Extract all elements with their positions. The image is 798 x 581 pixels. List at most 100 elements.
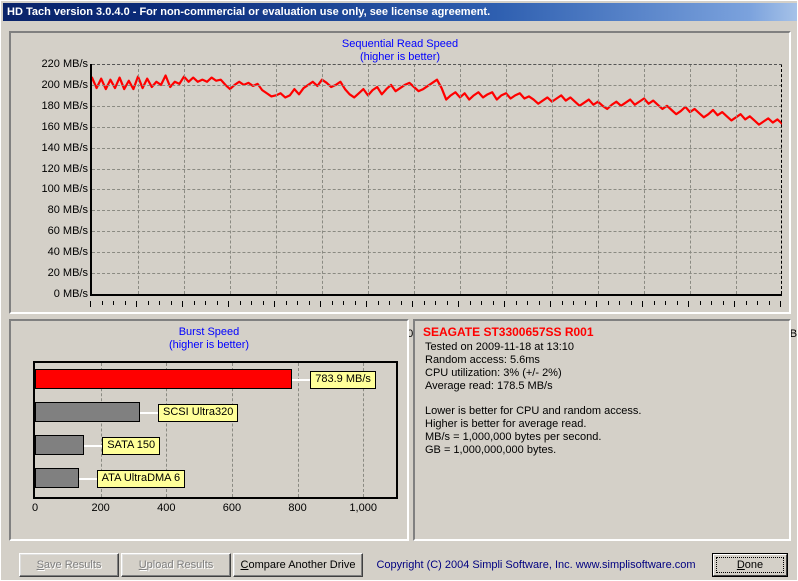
burst-bar [35, 369, 293, 389]
upload-results-accel: U [138, 559, 147, 571]
note-mbs-definition: MB/s = 1,000,000 bytes per second. [425, 431, 602, 443]
compare-another-drive-button[interactable]: Compare Another Drive [233, 553, 363, 577]
sequential-x-tick [101, 301, 103, 305]
sequential-gridline-v [414, 64, 415, 294]
sequential-x-tick [251, 301, 252, 305]
sequential-x-tick [389, 301, 390, 305]
sequential-y-tick-label: 180 MB/s [41, 99, 88, 112]
sequential-gridline-h [92, 105, 782, 107]
burst-bar-leader-line [84, 445, 103, 447]
sequential-y-tick-label: 60 MB/s [47, 225, 88, 238]
sequential-x-tick [619, 301, 620, 305]
sequential-gridline-v [690, 64, 691, 294]
random-access-text: Random access: 5.6ms [425, 354, 540, 366]
window-title-bar: HD Tach version 3.0.4.0 - For non-commer… [3, 3, 797, 21]
sequential-gridline-h [92, 168, 782, 170]
sequential-gridline-v [460, 64, 461, 294]
sequential-plot-top-edge [92, 64, 782, 65]
sequential-x-tick [446, 301, 448, 305]
sequential-y-axis-labels: 220 MB/s 200 MB/s 180 MB/s 160 MB/s 140 MB/s… [11, 33, 88, 316]
sequential-x-tick [642, 301, 643, 307]
sequential-x-tick [193, 301, 195, 305]
sequential-x-tick [469, 301, 471, 305]
note-lower-is-better: Lower is better for CPU and random acces… [425, 405, 642, 417]
sequential-x-tick [285, 301, 287, 305]
sequential-x-tick [308, 301, 310, 305]
sequential-x-tick [734, 301, 735, 307]
sequential-gridline-v [276, 64, 277, 294]
copyright-text: Copyright (C) 2004 Simpli Software, Inc.… [376, 559, 696, 571]
sequential-x-tick [331, 301, 333, 305]
sequential-title-line2: (higher is better) [359, 51, 441, 63]
sequential-x-tick [377, 301, 379, 305]
compare-label-rest: ompare Another Drive [248, 559, 356, 571]
sequential-gridline-h [92, 126, 782, 128]
sequential-read-speed-panel: Sequential Read Speed (higher is better)… [9, 31, 797, 340]
sequential-gridline-h [92, 273, 782, 275]
sequential-x-tick [343, 301, 344, 305]
burst-x-axis-labels: 0 200 400 600 800 1,000 [31, 499, 403, 519]
sequential-x-tick [147, 301, 149, 305]
upload-results-button[interactable]: Upload Results [121, 553, 231, 577]
burst-bar-callout: SATA 150 [102, 437, 161, 455]
burst-bar [35, 402, 141, 422]
burst-bar [35, 435, 85, 455]
sequential-x-tick [573, 301, 574, 305]
sequential-x-tick [458, 301, 459, 307]
burst-speed-panel: Burst Speed (higher is better) 783.9 MB/… [9, 319, 409, 541]
sequential-y-tick-label: 120 MB/s [41, 162, 88, 175]
sequential-chart-title: Sequential Read Speed (higher is better) [11, 38, 789, 64]
sequential-gridline-h [92, 147, 782, 149]
note-gb-definition: GB = 1,000,000,000 bytes. [425, 444, 557, 456]
sequential-x-tick [90, 301, 91, 307]
sequential-x-tick [665, 301, 666, 305]
burst-x-tick-label: 600 [222, 502, 242, 514]
done-accel: D [736, 559, 745, 571]
sequential-plot-right-edge [781, 64, 782, 294]
burst-bar-leader-line [140, 412, 159, 414]
save-results-accel: S [36, 559, 44, 571]
sequential-x-tick [136, 301, 137, 307]
sequential-y-tick-label: 0 MB/s [53, 288, 88, 300]
sequential-plot-area [90, 64, 782, 296]
sequential-x-tick [780, 301, 781, 307]
sequential-x-tick [711, 301, 712, 305]
sequential-x-tick [653, 301, 655, 305]
sequential-x-tick [366, 301, 367, 307]
sequential-gridline-h [92, 189, 782, 191]
sequential-x-tick [113, 301, 114, 305]
sequential-x-tick [320, 301, 321, 307]
burst-x-tick-label: 0 [31, 502, 39, 514]
sequential-x-tick [584, 301, 586, 305]
sequential-x-axis-labels: 20GB40GB60GB80GB100GB120GB140GB160GB180G… [90, 301, 797, 340]
sequential-gridline-v [138, 64, 139, 294]
burst-chart-title: Burst Speed (higher is better) [11, 326, 407, 352]
sequential-x-tick [676, 301, 678, 305]
tested-on-text: Tested on 2009-11-18 at 13:10 [425, 341, 575, 353]
sequential-y-tick-label: 20 MB/s [47, 267, 88, 280]
sequential-x-tick [768, 301, 770, 305]
sequential-gridline-v [736, 64, 737, 294]
sequential-x-tick [607, 301, 609, 305]
sequential-x-tick [757, 301, 758, 305]
save-results-button[interactable]: Save Results [19, 553, 119, 577]
sequential-x-tick [400, 301, 402, 305]
sequential-x-tick [550, 301, 551, 307]
sequential-gridline-h [92, 210, 782, 212]
sequential-x-tick [216, 301, 218, 305]
sequential-gridline-h [92, 84, 782, 86]
upload-results-label-rest: pload Results [146, 559, 214, 571]
sequential-gridline-v [368, 64, 369, 294]
burst-bar-leader-line [292, 379, 311, 381]
burst-bar-callout: ATA UltraDMA 6 [96, 470, 186, 488]
sequential-x-tick [538, 301, 540, 305]
burst-bar-callout: 783.9 MB/s [310, 371, 376, 389]
done-button[interactable]: Done [712, 553, 788, 577]
burst-bar [35, 468, 79, 488]
sequential-x-tick [745, 301, 747, 305]
sequential-y-tick-label: 220 MB/s [41, 58, 88, 70]
drive-info-panel: SEAGATE ST3300657SS R001 Tested on 2009-… [413, 319, 791, 541]
sequential-x-tick [205, 301, 206, 305]
done-label-rest: one [744, 559, 764, 571]
burst-bar-leader-line [78, 478, 97, 480]
